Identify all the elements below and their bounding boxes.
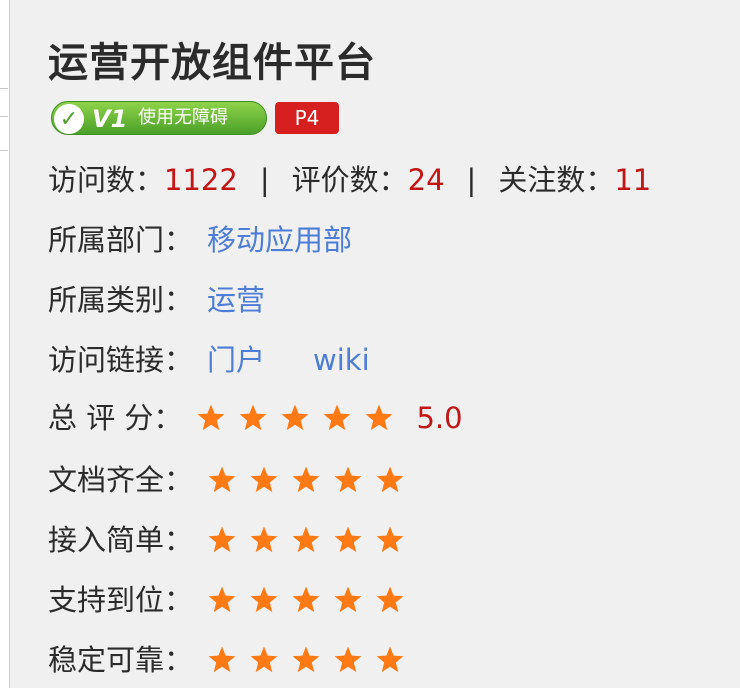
star-icon — [249, 465, 279, 495]
rating-row-docs: 文档齐全： — [48, 460, 417, 500]
star-rating — [207, 525, 417, 555]
rating-label: 稳定可靠： — [48, 643, 194, 677]
accessibility-version: V1 — [92, 105, 128, 133]
check-circle-icon: ✓ — [54, 104, 84, 134]
visits-count: 1122 — [164, 163, 238, 197]
star-icon — [375, 465, 405, 495]
separator: | — [466, 163, 477, 197]
rating-row-stability: 稳定可靠： — [48, 640, 417, 680]
star-icon — [375, 525, 405, 555]
priority-badge: P4 — [275, 102, 339, 134]
category-row: 所属类别： 运营 — [48, 280, 265, 320]
category-label: 所属类别： — [48, 283, 194, 317]
star-icon — [207, 525, 237, 555]
star-icon — [249, 585, 279, 615]
reviews-label: 评价数： — [291, 163, 408, 197]
left-panel-edge — [0, 0, 10, 688]
rating-row-support: 支持到位： — [48, 580, 417, 620]
star-icon — [291, 465, 321, 495]
wiki-link[interactable]: wiki — [313, 340, 370, 380]
rating-row-integration: 接入简单： — [48, 520, 417, 560]
separator: | — [259, 163, 270, 197]
rating-label: 文档齐全： — [48, 463, 194, 497]
links-row: 访问链接： 门户 wiki — [48, 340, 370, 380]
star-rating — [207, 465, 417, 495]
page-title: 运营开放组件平台 — [48, 40, 376, 86]
portal-link[interactable]: 门户 — [207, 340, 265, 380]
rating-label: 接入简单： — [48, 523, 194, 557]
star-icon — [238, 403, 268, 433]
star-icon — [280, 403, 310, 433]
star-icon — [333, 525, 363, 555]
divider — [0, 116, 8, 117]
overall-rating-row: 总 评 分： 5.0 — [48, 398, 463, 438]
star-icon — [207, 585, 237, 615]
accessibility-label: 使用无障碍 — [138, 107, 228, 128]
star-icon — [291, 585, 321, 615]
department-label: 所属部门： — [48, 223, 194, 257]
stats-row: 访问数： 1122 | 评价数： 24 | 关注数： 11 — [48, 160, 651, 200]
star-icon — [249, 645, 279, 675]
department-link[interactable]: 移动应用部 — [207, 220, 352, 260]
accessibility-badge[interactable]: ✓ V1 使用无障碍 — [51, 101, 267, 135]
category-link[interactable]: 运营 — [207, 280, 265, 320]
links-label: 访问链接： — [48, 343, 194, 377]
star-icon — [333, 465, 363, 495]
star-rating — [207, 585, 417, 615]
star-icon — [375, 645, 405, 675]
star-icon — [364, 403, 394, 433]
badge-row: ✓ V1 使用无障碍 P4 — [51, 100, 339, 136]
star-icon — [291, 525, 321, 555]
overall-score: 5.0 — [416, 401, 463, 435]
star-icon — [333, 585, 363, 615]
star-rating — [196, 403, 406, 433]
reviews-count: 24 — [407, 163, 445, 197]
overall-rating-label: 总 评 分： — [48, 401, 183, 435]
star-icon — [207, 645, 237, 675]
followers-count: 11 — [614, 163, 652, 197]
star-icon — [375, 585, 405, 615]
department-row: 所属部门： 移动应用部 — [48, 220, 352, 260]
rating-label: 支持到位： — [48, 583, 194, 617]
star-icon — [249, 525, 279, 555]
star-icon — [291, 645, 321, 675]
star-icon — [322, 403, 352, 433]
divider — [0, 88, 8, 89]
visits-label: 访问数： — [48, 163, 165, 197]
followers-label: 关注数： — [498, 163, 615, 197]
divider — [0, 150, 8, 151]
star-icon — [333, 645, 363, 675]
star-rating — [207, 645, 417, 675]
star-icon — [207, 465, 237, 495]
star-icon — [196, 403, 226, 433]
